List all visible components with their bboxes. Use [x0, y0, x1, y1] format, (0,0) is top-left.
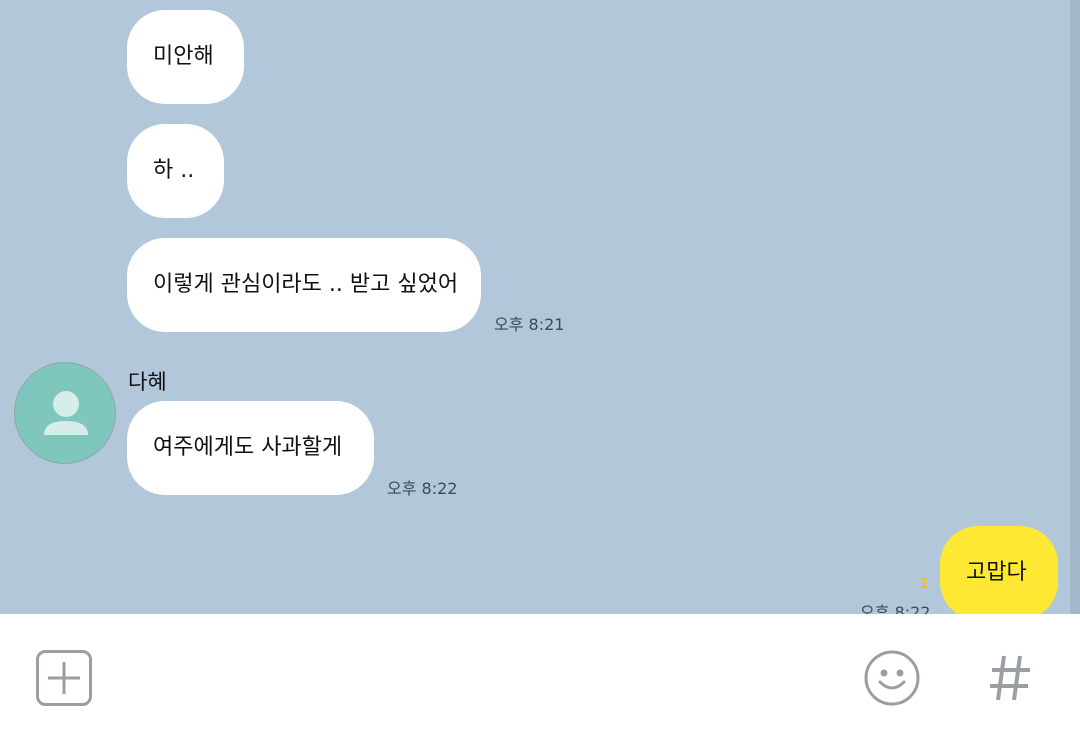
message-text: 하 .. — [153, 158, 195, 183]
message-text: 고맙다 — [966, 560, 1027, 585]
incoming-message-bubble[interactable]: 이렇게 관심이라도 .. 받고 싶었어 — [127, 238, 481, 332]
message-text: 미안해 — [153, 44, 214, 69]
hashtag-icon[interactable] — [986, 650, 1034, 706]
unread-count: 1 — [919, 576, 929, 592]
outgoing-message-bubble[interactable]: 고맙다 — [940, 526, 1058, 614]
sender-name: 다혜 — [128, 370, 167, 394]
message-timestamp: 오후 8:22 — [387, 479, 458, 498]
incoming-message-bubble[interactable]: 하 .. — [127, 124, 224, 218]
default-profile-icon — [44, 391, 88, 435]
message-timestamp: 오후 8:21 — [494, 315, 565, 334]
chat-input-bar — [0, 614, 1080, 740]
chat-message-area[interactable]: 미안해 하 .. 이렇게 관심이라도 .. 받고 싶었어 오후 8:21 다혜 … — [0, 0, 1080, 614]
message-timestamp: 오후 8:22 — [860, 603, 931, 614]
smiley-icon[interactable] — [864, 650, 920, 706]
message-text: 여주에게도 사과할게 — [153, 435, 343, 460]
scrollbar[interactable] — [1070, 0, 1080, 614]
plus-square-icon[interactable] — [36, 650, 92, 706]
incoming-message-bubble[interactable]: 여주에게도 사과할게 — [127, 401, 374, 495]
avatar[interactable] — [14, 362, 116, 464]
incoming-message-bubble[interactable]: 미안해 — [127, 10, 244, 104]
message-text: 이렇게 관심이라도 .. 받고 싶었어 — [153, 272, 459, 297]
